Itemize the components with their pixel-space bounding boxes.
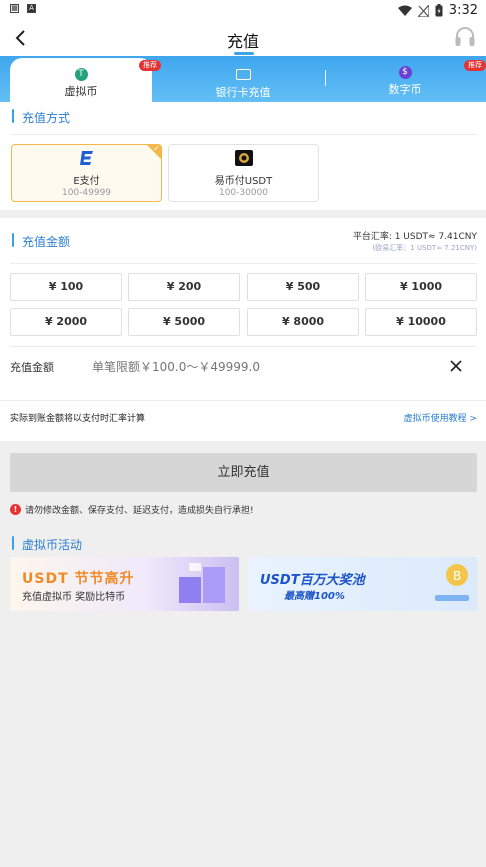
tab-bank-card[interactable]: 银行卡充值 — [172, 69, 314, 100]
payment-tabs: T 虚拟币 推荐 银行卡充值 $ 数字币 推荐 — [0, 56, 486, 102]
tab-divider — [325, 70, 326, 86]
title-underline — [234, 52, 254, 55]
divider — [0, 400, 486, 401]
tab-label: 数字币 — [388, 83, 422, 96]
amount-option-2000[interactable]: ¥ 2000 — [10, 308, 122, 336]
svg-text:B: B — [453, 569, 461, 583]
method-range: 100-30000 — [218, 188, 269, 198]
divider — [10, 134, 477, 135]
divider — [10, 346, 477, 347]
bank-card-icon — [235, 69, 251, 80]
exchange-note: 实际到账金额将以支付时汇率计算 — [10, 414, 146, 424]
banner-headline: USDT百万大奖池 — [260, 573, 365, 588]
amount-input-label: 充值金额 — [10, 361, 54, 374]
banner-subline: 充值虚拟币 奖励比特币 — [22, 592, 126, 603]
warning-icon: ! — [10, 504, 21, 515]
tab-virtual-coin[interactable]: T 虚拟币 — [10, 68, 152, 99]
method-e-pay[interactable]: ✓ E支付 100-49999 — [11, 144, 162, 202]
status-bar: ▦ A 3:32 — [0, 0, 486, 22]
tab-label: 虚拟币 — [64, 85, 98, 98]
notification-a-icon: A — [27, 4, 36, 13]
divider — [10, 263, 477, 264]
banner-headline: USDT 节节高升 — [22, 571, 135, 587]
signal-icon — [417, 4, 429, 17]
customer-service-button[interactable] — [454, 26, 478, 50]
bitcoin-illustration: B — [435, 564, 469, 601]
amount-option-8000[interactable]: ¥ 8000 — [247, 308, 359, 336]
recommend-badge: 推荐 — [464, 60, 486, 71]
amount-option-200[interactable]: ¥ 200 — [128, 273, 240, 301]
banner-usdt-jackpot[interactable]: USDT百万大奖池 最高赠100% B — [248, 557, 477, 611]
headset-icon — [455, 27, 475, 46]
warning-text: 请勿修改金额、保存支付、延迟支付，造成损失自行承担! — [25, 506, 254, 516]
warning-message: ! 请勿修改金额、保存支付、延迟支付，造成损失自行承担! — [10, 503, 254, 516]
amount-option-10000[interactable]: ¥ 10000 — [365, 308, 477, 336]
amount-input[interactable] — [92, 354, 432, 380]
check-icon: ✓ — [153, 144, 160, 153]
app-header: 充值 — [0, 22, 486, 56]
amount-option-1000[interactable]: ¥ 1000 — [365, 273, 477, 301]
activity-section-title: 虚拟币活动 — [12, 536, 82, 553]
wifi-icon — [397, 5, 412, 16]
method-name: 易币付USDT — [214, 176, 273, 187]
e-pay-logo — [79, 151, 93, 165]
ebpay-logo — [234, 150, 253, 166]
amount-section-title: 充值金额 — [12, 233, 70, 250]
sim-icon: ▦ — [10, 4, 19, 13]
coin-stack-illustration — [179, 563, 225, 603]
okx-rate: (欧易汇率：1 USDT≈ 7.21CNY) — [372, 244, 477, 252]
platform-rate: 平台汇率: 1 USDT≈ 7.41CNY — [352, 232, 477, 242]
amount-option-500[interactable]: ¥ 500 — [247, 273, 359, 301]
method-name: E支付 — [73, 176, 100, 187]
battery-icon — [435, 4, 443, 17]
clear-input-button[interactable] — [448, 357, 464, 375]
banner-subline: 最高赠100% — [284, 591, 345, 602]
amount-option-100[interactable]: ¥ 100 — [10, 273, 122, 301]
close-icon — [450, 360, 462, 372]
tether-icon: T — [74, 68, 88, 81]
page-title: 充值 — [226, 32, 259, 51]
amount-option-5000[interactable]: ¥ 5000 — [128, 308, 240, 336]
clock: 3:32 — [448, 3, 478, 18]
method-range: 100-49999 — [61, 188, 112, 198]
recommend-badge: 推荐 — [139, 60, 161, 71]
submit-button[interactable]: 立即充值 — [10, 453, 477, 492]
tutorial-link[interactable]: 虚拟币使用教程 > — [404, 411, 477, 424]
method-section-title: 充值方式 — [12, 109, 70, 126]
tab-label: 银行卡充值 — [215, 86, 271, 99]
dollar-coin-icon: $ — [398, 66, 412, 79]
banner-usdt-rising[interactable]: USDT 节节高升 充值虚拟币 奖励比特币 — [10, 557, 239, 611]
tab-digital-coin[interactable]: $ 数字币 — [334, 66, 476, 97]
method-ebpay-usdt[interactable]: 易币付USDT 100-30000 — [168, 144, 319, 202]
